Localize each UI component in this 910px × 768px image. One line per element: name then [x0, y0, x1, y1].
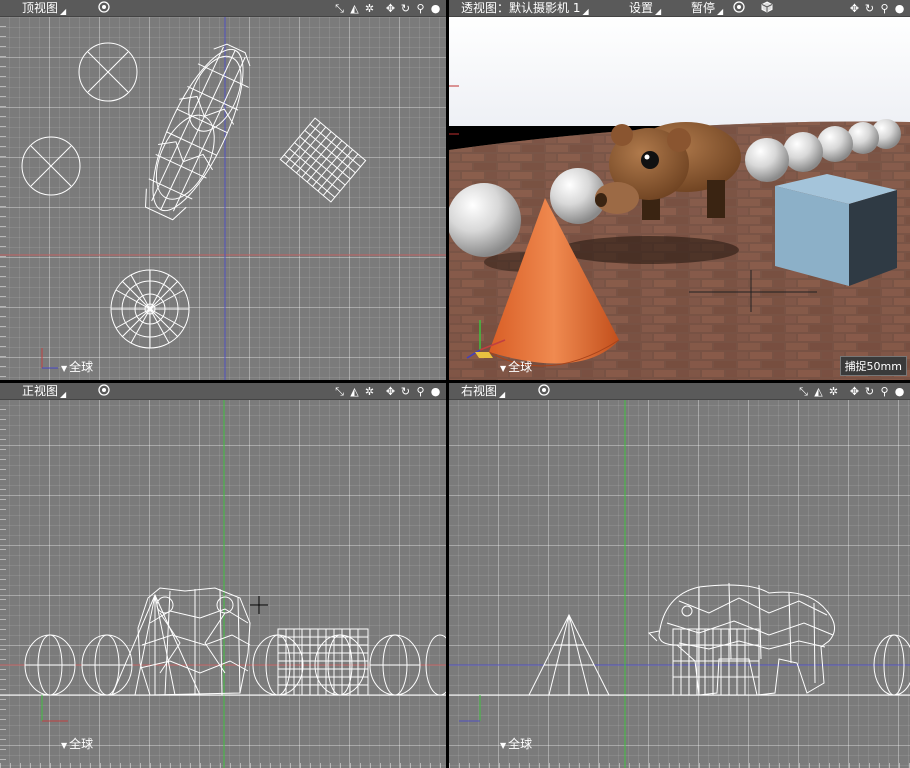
- perspective-title-dropdown[interactable]: 透视图：默认摄影机 1 ◢: [461, 0, 589, 20]
- target-icon[interactable]: [733, 1, 745, 13]
- right-view-viewport[interactable]: 右视图 ◢ ⤡ ◭ ✲ ✥ ↻ ⚲ ● ▼ 全球: [449, 383, 910, 768]
- cube-icon[interactable]: [761, 1, 773, 13]
- front-view-scope[interactable]: ▼ 全球: [61, 735, 93, 752]
- sphere-view-icon[interactable]: ●: [893, 2, 906, 15]
- perspective-render: [449, 16, 910, 380]
- perspective-toolbar: ✥ ↻ ⚲ ●: [848, 0, 906, 16]
- render-mode-icon[interactable]: ◭: [348, 2, 361, 15]
- front-view-title-dropdown[interactable]: 正视图 ◢: [22, 383, 66, 403]
- rotate-icon[interactable]: ↻: [399, 2, 412, 15]
- sphere-view-icon[interactable]: ●: [429, 385, 442, 398]
- target-icon[interactable]: [98, 384, 110, 396]
- perspective-title: 透视图：默认摄影机 1: [461, 1, 581, 15]
- front-view-titlebar: 正视图 ◢ ⤡ ◭ ✲ ✥ ↻ ⚲ ●: [0, 383, 446, 400]
- settings-label: 设置: [629, 1, 654, 15]
- right-view-scope-label: 全球: [508, 737, 533, 751]
- sphere-view-icon[interactable]: ●: [429, 2, 442, 15]
- top-view-toolbar: ⤡ ◭ ✲ ✥ ↻ ⚲ ●: [333, 0, 442, 16]
- target-icon[interactable]: [98, 1, 110, 13]
- perspective-scope[interactable]: ▼ 全球: [500, 358, 532, 375]
- target-icon[interactable]: [538, 384, 550, 396]
- pan-icon[interactable]: ✥: [848, 385, 861, 398]
- render-mode-icon[interactable]: ◭: [348, 385, 361, 398]
- top-view-scope[interactable]: ▼ 全球: [61, 358, 93, 375]
- cube-model: [775, 174, 897, 286]
- rotate-icon[interactable]: ↻: [863, 2, 876, 15]
- top-view-title: 顶视图: [22, 1, 59, 15]
- right-view-scope[interactable]: ▼ 全球: [500, 735, 532, 752]
- pause-label: 暂停: [691, 1, 716, 15]
- top-view-title-dropdown[interactable]: 顶视图 ◢: [22, 0, 66, 20]
- front-view-viewport[interactable]: 正视图 ◢ ⤡ ◭ ✲ ✥ ↻ ⚲ ● ▼ 全球: [0, 383, 446, 768]
- settings-menu[interactable]: 设置 ◢: [629, 0, 661, 20]
- top-view-scope-label: 全球: [69, 360, 94, 374]
- front-view-title: 正视图: [22, 384, 59, 398]
- right-view-titlebar: 右视图 ◢ ⤡ ◭ ✲ ✥ ↻ ⚲ ●: [449, 383, 910, 400]
- capture-lens-badge: 捕捉50mm: [839, 356, 907, 376]
- perspective-scope-label: 全球: [508, 360, 533, 374]
- perspective-titlebar: 透视图：默认摄影机 1 ◢ 设置 ◢ 暂停 ◢ ✥ ↻ ⚲ ●: [449, 0, 910, 17]
- rotate-icon[interactable]: ↻: [863, 385, 876, 398]
- zoom-icon[interactable]: ⚲: [414, 385, 427, 398]
- pan-icon[interactable]: ✥: [384, 2, 397, 15]
- front-view-toolbar: ⤡ ◭ ✲ ✥ ↻ ⚲ ●: [333, 383, 442, 399]
- settings-gear-icon[interactable]: ✲: [363, 2, 376, 15]
- zoom-icon[interactable]: ⚲: [878, 385, 891, 398]
- front-view-scope-label: 全球: [69, 737, 94, 751]
- fit-icon[interactable]: ⤡: [333, 385, 346, 398]
- top-view-titlebar: 顶视图 ◢ ⤡ ◭ ✲ ✥ ↻ ⚲ ●: [0, 0, 446, 17]
- pause-menu[interactable]: 暂停 ◢: [691, 0, 723, 20]
- right-view-toolbar: ⤡ ◭ ✲ ✥ ↻ ⚲ ●: [797, 383, 906, 399]
- pan-icon[interactable]: ✥: [384, 385, 397, 398]
- top-view-wireframe: [0, 16, 446, 380]
- sphere-view-icon[interactable]: ●: [893, 385, 906, 398]
- right-view-wireframe: [449, 399, 910, 768]
- fit-icon[interactable]: ⤡: [797, 385, 810, 398]
- rotate-icon[interactable]: ↻: [399, 385, 412, 398]
- settings-gear-icon[interactable]: ✲: [363, 385, 376, 398]
- zoom-icon[interactable]: ⚲: [414, 2, 427, 15]
- right-view-title-dropdown[interactable]: 右视图 ◢: [461, 383, 505, 403]
- settings-gear-icon[interactable]: ✲: [827, 385, 840, 398]
- zoom-icon[interactable]: ⚲: [878, 2, 891, 15]
- right-view-title: 右视图: [461, 384, 498, 398]
- top-view-viewport[interactable]: 顶视图 ◢ ⤡ ◭ ✲ ✥ ↻ ⚲ ● ▼ 全球: [0, 0, 446, 380]
- pan-icon[interactable]: ✥: [848, 2, 861, 15]
- render-mode-icon[interactable]: ◭: [812, 385, 825, 398]
- fit-icon[interactable]: ⤡: [333, 2, 346, 15]
- perspective-viewport[interactable]: 透视图：默认摄影机 1 ◢ 设置 ◢ 暂停 ◢ ✥ ↻ ⚲ ● ▼ 全球 捕捉5…: [449, 0, 910, 380]
- front-view-wireframe: [0, 399, 446, 768]
